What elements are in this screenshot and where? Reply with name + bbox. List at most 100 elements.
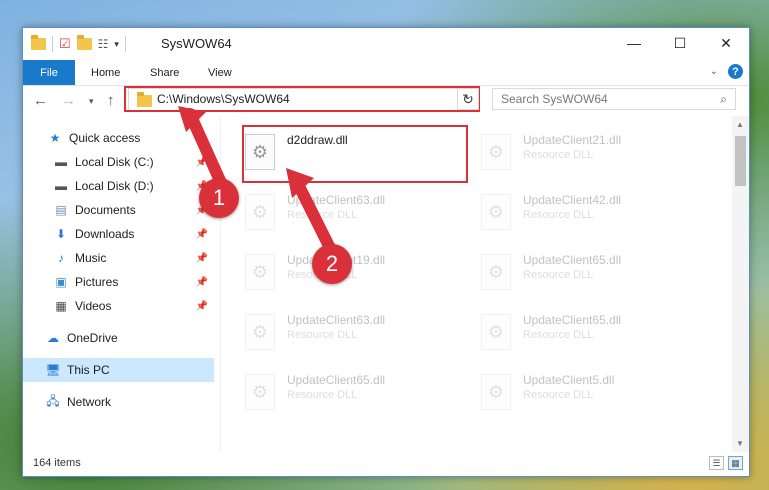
view-menu-icon[interactable]: ☷ [98, 37, 109, 51]
sidebar-item-documents[interactable]: ▤ Documents 📌 [23, 198, 214, 222]
videos-icon: ▦ [55, 299, 67, 313]
toolbar-separator [124, 36, 126, 52]
file-highlight [242, 125, 468, 183]
file-item[interactable]: ⚙ UpdateClient21.dll Resource DLL [475, 126, 700, 182]
tab-view[interactable]: View [208, 60, 232, 85]
pin-icon[interactable]: 📌 [196, 253, 208, 264]
back-icon[interactable]: ← [33, 92, 48, 109]
sidebar-item-pictures[interactable]: ▣ Pictures 📌 [23, 270, 214, 294]
navigation-bar: ← → ▾ ↑ C:\Windows\SysWOW64 ⌄ ↻ Search S… [23, 86, 749, 116]
large-icons-view-icon[interactable]: ▦ [728, 456, 743, 470]
file-item[interactable]: ⚙ UpdateClient19.dll Resource DLL [239, 246, 464, 302]
gear-icon: ⚙ [251, 381, 269, 402]
file-item[interactable]: ⚙ UpdateClient65.dll Resource DLL [475, 306, 700, 362]
file-item[interactable]: ⚙ UpdateClient63.dll Resource DLL [239, 186, 464, 242]
tab-file[interactable]: File [23, 60, 75, 85]
sidebar-item-videos[interactable]: ▦ Videos 📌 [23, 294, 214, 318]
tab-home[interactable]: Home [91, 60, 120, 85]
sidebar-item-quick-access[interactable]: ★ Quick access [23, 126, 214, 150]
file-type: Resource DLL [523, 209, 594, 221]
sidebar-item-network[interactable]: 🖧 Network [23, 390, 214, 414]
file-type: Resource DLL [523, 329, 594, 341]
properties-icon[interactable]: ☑ [59, 36, 71, 52]
folder-icon [31, 35, 46, 50]
pin-icon[interactable]: 📌 [196, 157, 208, 168]
forward-icon[interactable]: → [61, 92, 76, 109]
dll-file-icon: ⚙ [481, 134, 511, 170]
pin-icon[interactable]: 📌 [196, 301, 208, 312]
file-list: ⚙ d2ddraw.dll ⚙ UpdateClient21.dll Resou… [221, 116, 731, 452]
file-name: UpdateClient5.dll [523, 373, 615, 387]
scroll-up-icon[interactable]: ▲ [736, 120, 744, 129]
minimize-button[interactable]: — [611, 28, 657, 58]
gear-icon: ⚙ [251, 261, 269, 282]
pin-icon[interactable]: 📌 [196, 277, 208, 288]
music-icon: ♪ [58, 251, 64, 265]
sidebar-item-label: Network [67, 395, 112, 409]
gear-icon: ⚙ [487, 141, 505, 162]
file-name: UpdateClient65.dll [523, 313, 622, 327]
sidebar-item-onedrive[interactable]: ☁ OneDrive [23, 326, 214, 350]
file-item[interactable]: ⚙ UpdateClient42.dll Resource DLL [475, 186, 700, 242]
new-folder-icon[interactable] [76, 35, 92, 50]
file-item[interactable]: ⚙ UpdateClient65.dll Resource DLL [475, 246, 700, 302]
gear-icon: ⚙ [251, 321, 269, 342]
star-icon: ★ [49, 131, 61, 145]
file-type: Resource DLL [287, 389, 358, 401]
sidebar-item-label: Local Disk (C:) [75, 155, 154, 169]
refresh-icon[interactable]: ↻ [457, 88, 479, 110]
sidebar-item-this-pc[interactable]: 🖥 This PC [23, 358, 214, 382]
recent-locations-icon[interactable]: ▾ [89, 96, 94, 107]
search-icon[interactable]: ⌕ [720, 92, 727, 107]
file-item[interactable]: ⚙ UpdateClient5.dll Resource DLL [475, 366, 700, 422]
expand-ribbon-icon[interactable]: ⌄ [710, 66, 718, 77]
drive-icon: ▬ [55, 179, 67, 193]
ribbon-right-controls: ⌄ ? [710, 64, 743, 79]
pictures-icon: ▣ [55, 275, 67, 289]
sidebar-item-local-disk-d[interactable]: ▬ Local Disk (D:) 📌 [23, 174, 214, 198]
status-bar: 164 items ☰ ▦ [23, 452, 749, 476]
scroll-down-icon[interactable]: ▼ [736, 439, 744, 448]
file-item[interactable]: ⚙ UpdateClient63.dll Resource DLL [239, 306, 464, 362]
step-marker-1: 1 [199, 178, 239, 218]
pin-icon[interactable]: 📌 [196, 229, 208, 240]
sidebar-item-local-disk-c[interactable]: ▬ Local Disk (C:) 📌 [23, 150, 214, 174]
sidebar-item-label: Music [75, 251, 107, 265]
tab-share[interactable]: Share [150, 60, 179, 85]
file-item[interactable]: ⚙ UpdateClient65.dll Resource DLL [239, 366, 464, 422]
dll-file-icon: ⚙ [481, 254, 511, 290]
up-icon[interactable]: ↑ [107, 92, 115, 109]
close-button[interactable]: ✕ [703, 28, 749, 58]
file-type: Resource DLL [523, 149, 594, 161]
navigation-pane: ★ Quick access ▬ Local Disk (C:) 📌 ▬ Loc… [23, 116, 214, 452]
scrollbar-thumb[interactable] [735, 136, 746, 186]
file-explorer-window: ☑ ☷ ▾ SysWOW64 — ☐ ✕ File Home Share Vie… [22, 27, 750, 477]
dll-file-icon: ⚙ [481, 314, 511, 350]
dll-file-icon: ⚙ [245, 374, 275, 410]
item-count: 164 items [33, 457, 81, 469]
help-icon[interactable]: ? [728, 64, 743, 79]
file-type: Resource DLL [523, 389, 594, 401]
sidebar-item-music[interactable]: ♪ Music 📌 [23, 246, 214, 270]
content-area: ★ Quick access ▬ Local Disk (C:) 📌 ▬ Loc… [23, 116, 749, 452]
sidebar-item-label: Documents [75, 203, 136, 217]
gear-icon: ⚙ [251, 201, 269, 222]
cloud-icon: ☁ [47, 331, 59, 345]
sidebar-item-label: Local Disk (D:) [75, 179, 154, 193]
vertical-scrollbar[interactable]: ▲ ▼ [732, 116, 749, 452]
step-marker-2: 2 [312, 244, 352, 284]
sidebar-item-label: OneDrive [67, 331, 118, 345]
file-name: UpdateClient63.dll [287, 193, 386, 207]
sidebar-item-downloads[interactable]: ⬇ Downloads 📌 [23, 222, 214, 246]
gear-icon: ⚙ [487, 201, 505, 222]
documents-icon: ▤ [55, 203, 67, 217]
search-input[interactable]: Search SysWOW64 [501, 92, 608, 106]
file-name: UpdateClient65.dll [523, 253, 622, 267]
customize-toolbar-icon[interactable]: ▾ [114, 39, 119, 50]
gear-icon: ⚙ [487, 321, 505, 342]
maximize-button[interactable]: ☐ [657, 28, 703, 58]
details-view-icon[interactable]: ☰ [709, 456, 724, 470]
dll-file-icon: ⚙ [481, 374, 511, 410]
search-box[interactable]: Search SysWOW64 ⌕ [492, 88, 736, 110]
dll-file-icon: ⚙ [245, 314, 275, 350]
